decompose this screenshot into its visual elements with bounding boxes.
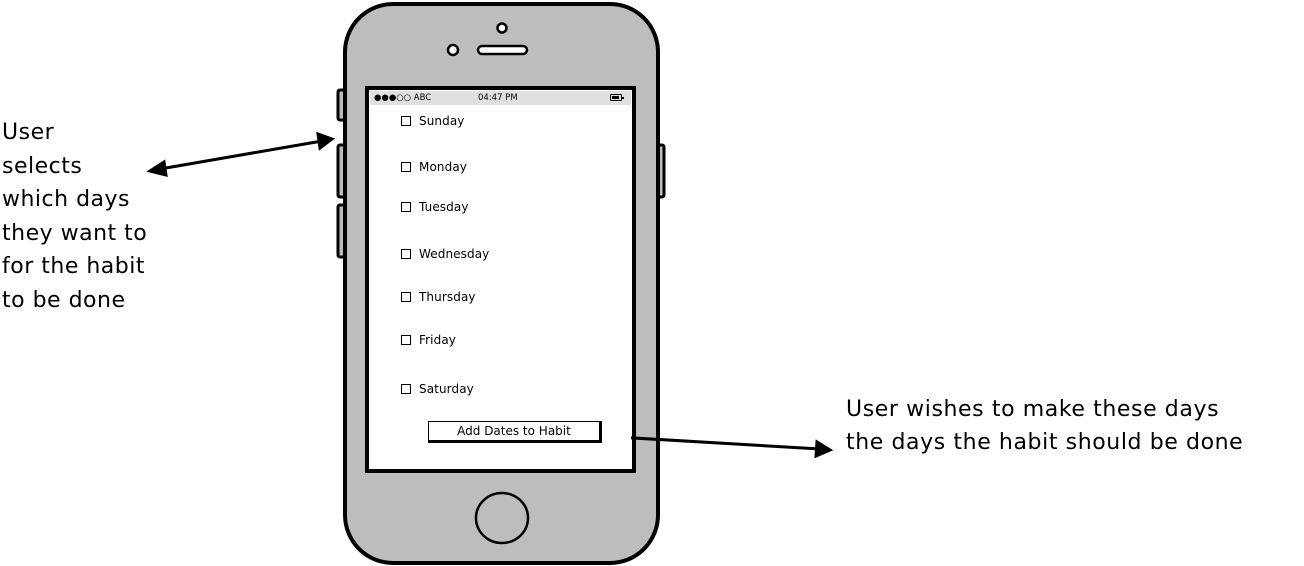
left-annotation-text: User selects which days they want to for… <box>2 120 148 313</box>
checkbox[interactable] <box>401 335 411 345</box>
checkbox[interactable] <box>401 249 411 259</box>
phone-screen: ●●●○○ ABC 04:47 PM Sunday Monday Tuesday… <box>370 91 631 468</box>
checkbox[interactable] <box>401 116 411 126</box>
checkbox[interactable] <box>401 292 411 302</box>
day-label: Tuesday <box>419 200 469 214</box>
front-camera-icon <box>496 22 508 34</box>
day-option-friday[interactable]: Friday <box>401 332 456 348</box>
day-label: Saturday <box>419 382 474 396</box>
day-option-tuesday[interactable]: Tuesday <box>401 199 469 215</box>
day-label: Monday <box>419 160 467 174</box>
day-option-thursday[interactable]: Thursday <box>401 289 476 305</box>
day-option-sunday[interactable]: Sunday <box>401 113 465 129</box>
phone-illustration <box>146 2 834 565</box>
checkbox[interactable] <box>401 202 411 212</box>
day-option-wednesday[interactable]: Wednesday <box>401 246 489 262</box>
day-option-monday[interactable]: Monday <box>401 159 467 175</box>
day-label: Wednesday <box>419 247 490 261</box>
checkbox[interactable] <box>401 162 411 172</box>
battery-icon <box>610 94 624 101</box>
sensor-icon <box>446 43 460 57</box>
add-dates-to-habit-button[interactable]: Add Dates to Habit <box>428 421 602 443</box>
day-label: Friday <box>419 333 456 347</box>
checkbox[interactable] <box>401 384 411 394</box>
left-annotation-arrow <box>146 131 336 178</box>
right-annotation-text: User wishes to make these days the days … <box>846 397 1244 455</box>
day-label: Sunday <box>419 114 465 128</box>
day-label: Thursday <box>419 290 476 304</box>
day-option-saturday[interactable]: Saturday <box>401 381 474 397</box>
carrier-signal: ●●●○○ ABC <box>374 93 432 103</box>
status-time: 04:47 PM <box>478 93 518 103</box>
speaker-icon <box>476 44 529 56</box>
status-bar: ●●●○○ ABC 04:47 PM <box>370 91 631 105</box>
